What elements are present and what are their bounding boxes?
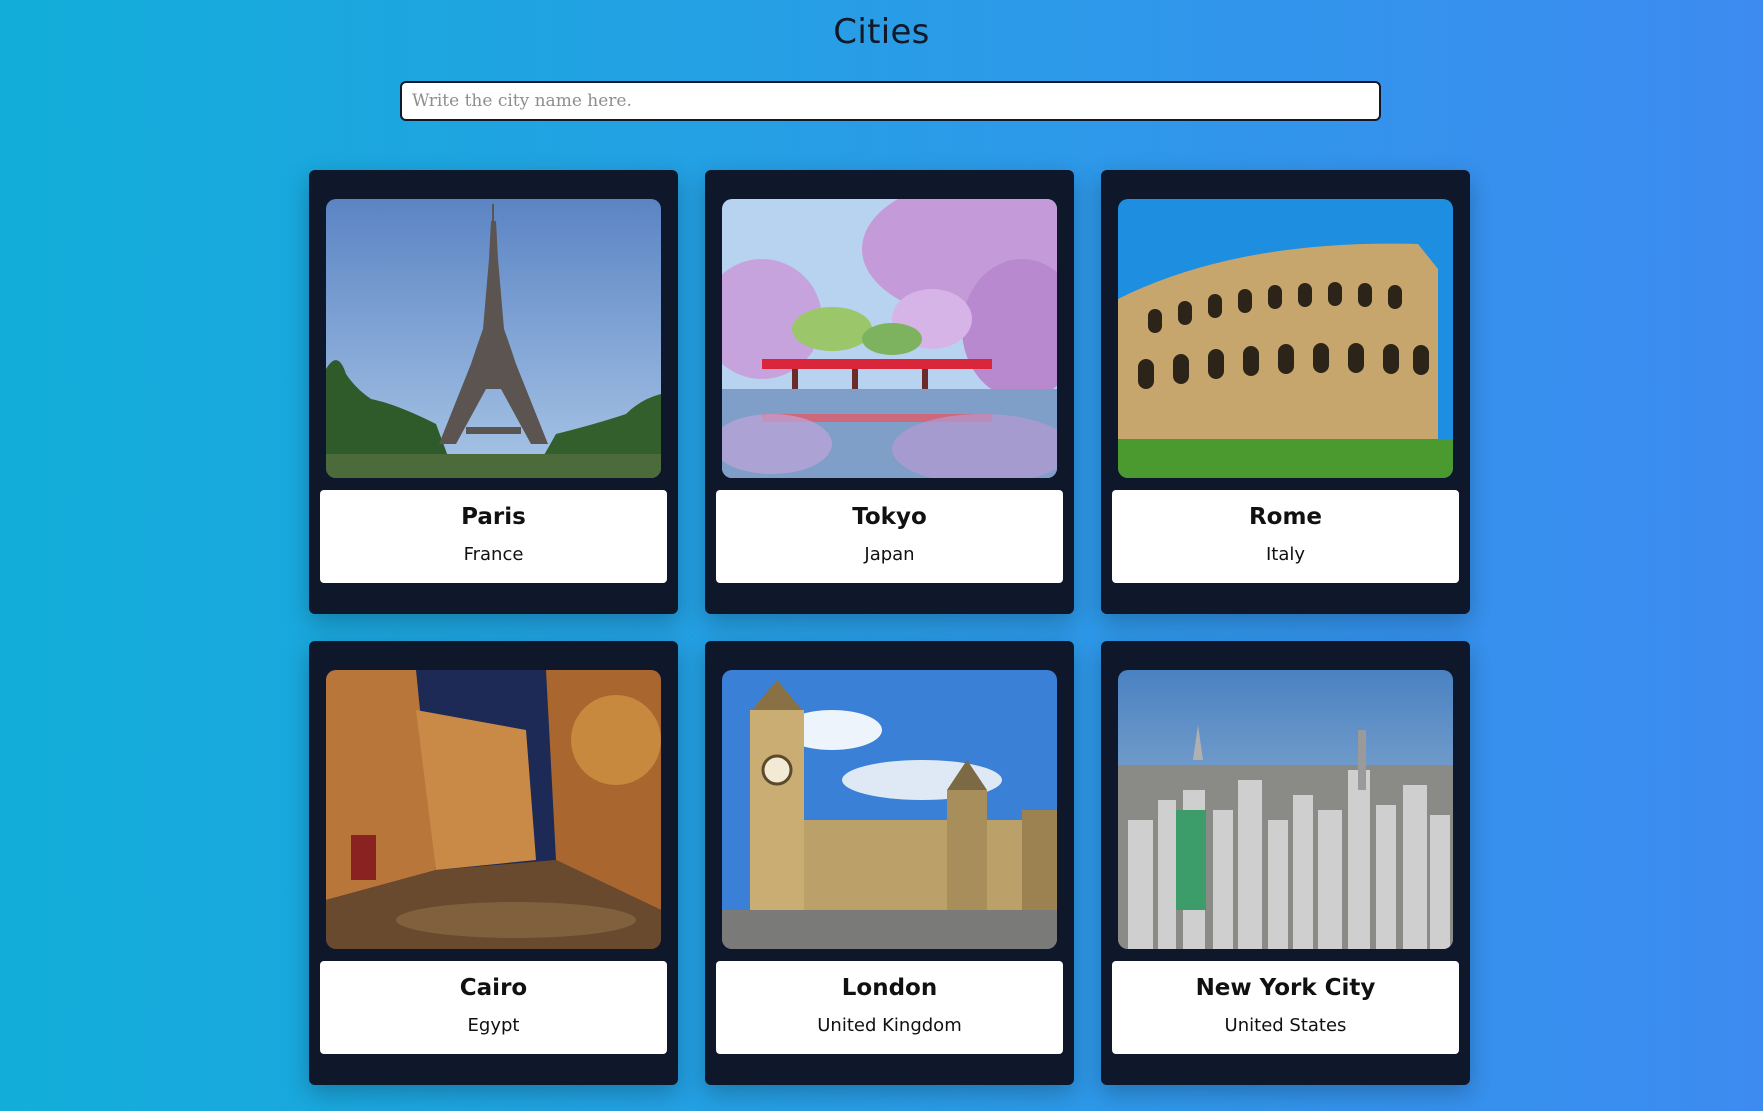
country-name: United Kingdom: [817, 1015, 962, 1036]
manhattan-skyline-photo: [1118, 670, 1453, 949]
city-name: Rome: [1248, 504, 1323, 530]
city-card-rome[interactable]: Rome Italy: [1101, 170, 1470, 614]
city-info: New York City United States: [1112, 961, 1459, 1054]
city-name: New York City: [1195, 975, 1376, 1001]
country-name: United States: [1224, 1015, 1347, 1036]
city-card-london[interactable]: London United Kingdom: [705, 641, 1074, 1085]
cherry-blossom-castle-photo: [722, 199, 1057, 478]
city-card-paris[interactable]: Paris France: [309, 170, 678, 614]
big-ben-photo: [722, 670, 1057, 949]
city-info: London United Kingdom: [716, 961, 1063, 1054]
old-cairo-street-photo: [326, 670, 661, 949]
city-card-cairo[interactable]: Cairo Egypt: [309, 641, 678, 1085]
eiffel-tower-photo: [326, 199, 661, 478]
city-card-new-york-city[interactable]: New York City United States: [1101, 641, 1470, 1085]
city-card-tokyo[interactable]: Tokyo Japan: [705, 170, 1074, 614]
city-info: Tokyo Japan: [716, 490, 1063, 583]
city-grid: Paris France Tokyo Japan Rome Italy Cair…: [309, 170, 1471, 1085]
country-name: Japan: [864, 544, 915, 565]
city-info: Rome Italy: [1112, 490, 1459, 583]
city-name: Cairo: [459, 975, 528, 1001]
page-title: Cities: [833, 12, 930, 52]
colosseum-photo: [1118, 199, 1453, 478]
search-container: [400, 81, 1381, 121]
city-info: Paris France: [320, 490, 667, 583]
city-name: London: [841, 975, 938, 1001]
country-name: Italy: [1265, 544, 1306, 565]
country-name: Egypt: [467, 1015, 520, 1036]
search-input[interactable]: [400, 81, 1381, 121]
city-info: Cairo Egypt: [320, 961, 667, 1054]
country-name: France: [463, 544, 524, 565]
city-name: Paris: [461, 504, 526, 530]
city-name: Tokyo: [852, 504, 927, 530]
